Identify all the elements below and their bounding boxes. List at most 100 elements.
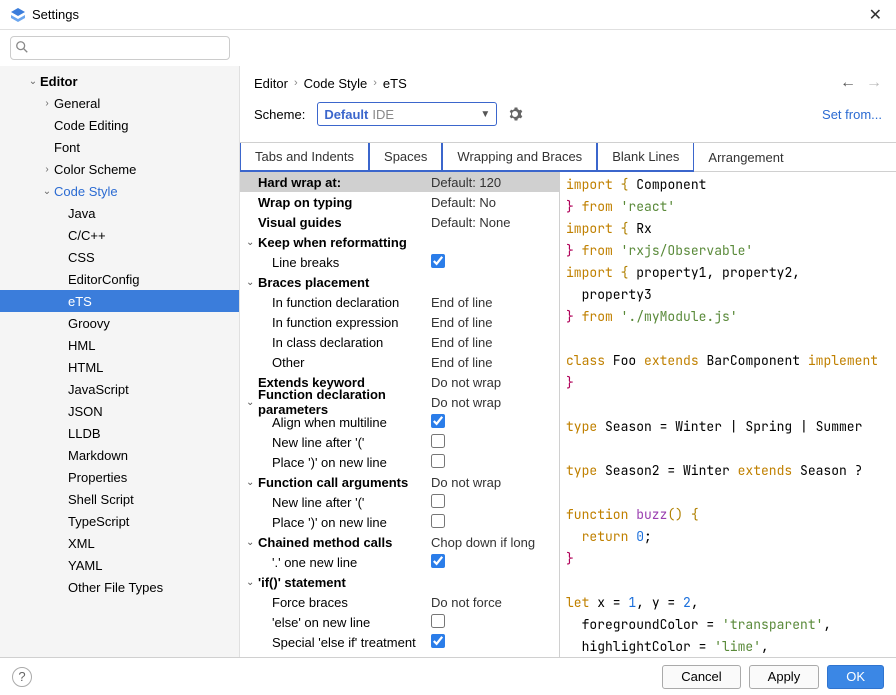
option-checkbox[interactable] — [431, 254, 445, 268]
tree-item-editor[interactable]: ⌄Editor — [0, 70, 239, 92]
tree-item-color-scheme[interactable]: ›Color Scheme — [0, 158, 239, 180]
option-value[interactable]: End of line — [431, 335, 551, 350]
option-value[interactable]: Chop down if long — [431, 535, 551, 550]
option-row[interactable]: Line breaks — [240, 252, 559, 272]
tab-wrapping-and-braces[interactable]: Wrapping and Braces — [442, 143, 597, 172]
option-value[interactable] — [431, 554, 551, 571]
tree-item-code-style[interactable]: ⌄Code Style — [0, 180, 239, 202]
breadcrumb[interactable]: Code Style — [304, 76, 368, 91]
option-value[interactable]: Do not wrap — [431, 395, 551, 410]
tab-arrangement[interactable]: Arrangement — [694, 143, 797, 171]
option-row[interactable]: New line after '(' — [240, 432, 559, 452]
option-value[interactable] — [431, 634, 551, 651]
option-checkbox[interactable] — [431, 614, 445, 628]
settings-tree[interactable]: ⌄Editor›GeneralCode EditingFont›Color Sc… — [0, 66, 240, 657]
tree-item-font[interactable]: Font — [0, 136, 239, 158]
option-value[interactable] — [431, 454, 551, 471]
tree-item-properties[interactable]: Properties — [0, 466, 239, 488]
option-row[interactable]: ⌄Braces placement — [240, 272, 559, 292]
breadcrumb[interactable]: eTS — [383, 76, 407, 91]
option-row[interactable]: Align when multiline — [240, 412, 559, 432]
option-row[interactable]: Place ')' on new line — [240, 512, 559, 532]
option-checkbox[interactable] — [431, 454, 445, 468]
option-row[interactable]: Force bracesDo not force — [240, 592, 559, 612]
tab-blank-lines[interactable]: Blank Lines — [597, 143, 694, 172]
search-input[interactable] — [10, 36, 230, 60]
tree-item-code-editing[interactable]: Code Editing — [0, 114, 239, 136]
tree-item-xml[interactable]: XML — [0, 532, 239, 554]
tab-spaces[interactable]: Spaces — [369, 143, 442, 172]
option-row[interactable]: New line after '(' — [240, 492, 559, 512]
option-row[interactable]: Special 'else if' treatment — [240, 632, 559, 652]
tree-item-shell-script[interactable]: Shell Script — [0, 488, 239, 510]
close-icon[interactable]: ✕ — [865, 5, 886, 25]
help-button[interactable]: ? — [12, 667, 32, 687]
code-preview: import { Component } from 'react' import… — [560, 172, 896, 657]
option-checkbox[interactable] — [431, 414, 445, 428]
tree-item-css[interactable]: CSS — [0, 246, 239, 268]
option-value[interactable]: Do not wrap — [431, 375, 551, 390]
option-value[interactable]: Do not force — [431, 595, 551, 610]
gear-icon[interactable] — [507, 106, 523, 122]
tree-item-lldb[interactable]: LLDB — [0, 422, 239, 444]
option-checkbox[interactable] — [431, 494, 445, 508]
options-list[interactable]: Hard wrap at:Default: 120Wrap on typingD… — [240, 172, 559, 657]
tree-item-other-file-types[interactable]: Other File Types — [0, 576, 239, 598]
option-row[interactable]: In function declarationEnd of line — [240, 292, 559, 312]
option-checkbox[interactable] — [431, 634, 445, 648]
option-checkbox[interactable] — [431, 554, 445, 568]
option-row[interactable]: Hard wrap at:Default: 120 — [240, 172, 559, 192]
option-row[interactable]: ⌄Function declaration parametersDo not w… — [240, 392, 559, 412]
tree-item-hml[interactable]: HML — [0, 334, 239, 356]
option-row[interactable]: 'else' on new line — [240, 612, 559, 632]
option-value[interactable]: Default: 120 — [431, 175, 551, 190]
option-row[interactable]: In class declarationEnd of line — [240, 332, 559, 352]
tree-item-json[interactable]: JSON — [0, 400, 239, 422]
option-row[interactable]: ⌄Chained method callsChop down if long — [240, 532, 559, 552]
tree-item-label: Markdown — [68, 448, 128, 463]
option-label: Line breaks — [272, 255, 431, 270]
option-row[interactable]: '.' one new line — [240, 552, 559, 572]
option-row[interactable]: Place ')' on new line — [240, 452, 559, 472]
breadcrumb[interactable]: Editor — [254, 76, 288, 91]
option-row[interactable]: Wrap on typingDefault: No — [240, 192, 559, 212]
ok-button[interactable]: OK — [827, 665, 884, 689]
option-checkbox[interactable] — [431, 434, 445, 448]
option-value[interactable] — [431, 254, 551, 271]
tree-item-markdown[interactable]: Markdown — [0, 444, 239, 466]
option-value[interactable]: Do not wrap — [431, 475, 551, 490]
option-value[interactable]: End of line — [431, 315, 551, 330]
option-row[interactable]: OtherEnd of line — [240, 352, 559, 372]
option-value[interactable]: Default: None — [431, 215, 551, 230]
tree-item-html[interactable]: HTML — [0, 356, 239, 378]
option-value[interactable]: End of line — [431, 295, 551, 310]
tree-item-c-c-[interactable]: C/C++ — [0, 224, 239, 246]
option-value[interactable]: End of line — [431, 355, 551, 370]
option-row[interactable]: Visual guidesDefault: None — [240, 212, 559, 232]
tree-item-groovy[interactable]: Groovy — [0, 312, 239, 334]
option-row[interactable]: In function expressionEnd of line — [240, 312, 559, 332]
option-checkbox[interactable] — [431, 514, 445, 528]
option-value[interactable] — [431, 514, 551, 531]
nav-back-icon[interactable]: ← — [840, 74, 856, 92]
tree-item-javascript[interactable]: JavaScript — [0, 378, 239, 400]
option-value[interactable] — [431, 614, 551, 631]
cancel-button[interactable]: Cancel — [662, 665, 740, 689]
option-row[interactable]: ⌄Keep when reformatting — [240, 232, 559, 252]
option-value[interactable] — [431, 414, 551, 431]
tree-item-yaml[interactable]: YAML — [0, 554, 239, 576]
apply-button[interactable]: Apply — [749, 665, 820, 689]
tree-item-editorconfig[interactable]: EditorConfig — [0, 268, 239, 290]
option-value[interactable] — [431, 494, 551, 511]
option-row[interactable]: ⌄'if()' statement — [240, 572, 559, 592]
tree-item-typescript[interactable]: TypeScript — [0, 510, 239, 532]
option-row[interactable]: ⌄Function call argumentsDo not wrap — [240, 472, 559, 492]
tree-item-ets[interactable]: eTS — [0, 290, 239, 312]
option-value[interactable] — [431, 434, 551, 451]
scheme-dropdown[interactable]: Default IDE ▼ — [317, 102, 497, 126]
tree-item-java[interactable]: Java — [0, 202, 239, 224]
tree-item-general[interactable]: ›General — [0, 92, 239, 114]
set-from-link[interactable]: Set from... — [822, 107, 882, 122]
tab-tabs-and-indents[interactable]: Tabs and Indents — [240, 143, 369, 172]
option-value[interactable]: Default: No — [431, 195, 551, 210]
